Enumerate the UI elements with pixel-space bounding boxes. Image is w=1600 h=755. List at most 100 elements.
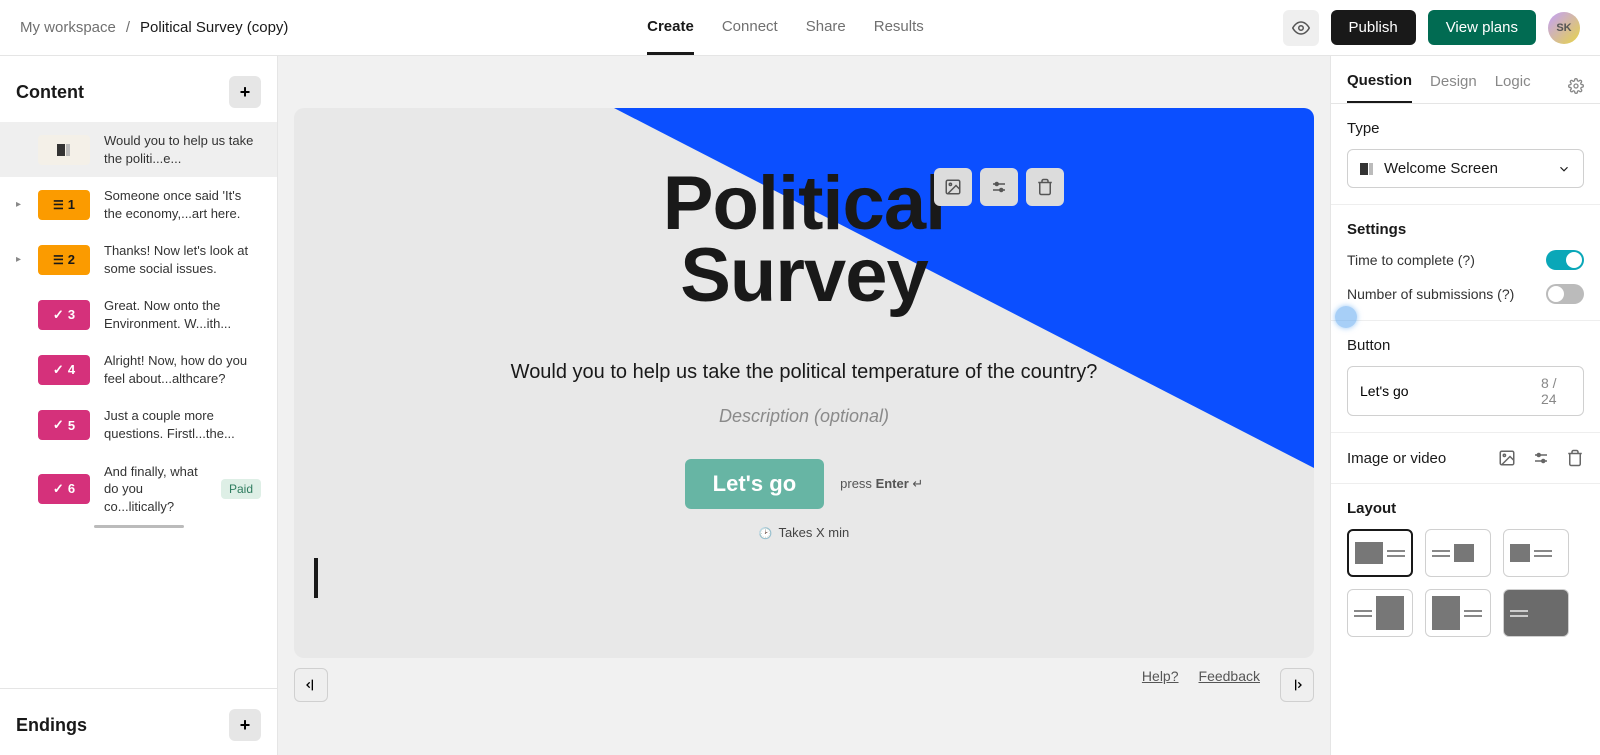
image-icon[interactable] xyxy=(1498,449,1516,467)
time-estimate: Takes X min xyxy=(759,525,850,540)
add-content-button[interactable]: + xyxy=(229,76,261,108)
view-plans-button[interactable]: View plans xyxy=(1428,10,1536,45)
header-actions: Publish View plans SK xyxy=(1283,10,1580,46)
content-item-label: Thanks! Now let's look at some social is… xyxy=(104,242,261,277)
layout-option-6[interactable] xyxy=(1503,589,1569,637)
opinion-icon xyxy=(53,362,64,378)
tab-design[interactable]: Design xyxy=(1430,73,1477,102)
opinion-icon xyxy=(53,307,64,323)
media-section: Image or video xyxy=(1331,433,1600,484)
layout-option-1[interactable] xyxy=(1347,529,1413,577)
content-item-3[interactable]: 3 Great. Now onto the Environment. W...i… xyxy=(0,287,277,342)
cursor-highlight xyxy=(1335,306,1357,328)
help-link[interactable]: Help? xyxy=(1142,668,1179,702)
right-tabs: Question Design Logic xyxy=(1331,56,1600,104)
welcome-question-text[interactable]: Would you to help us take the political … xyxy=(511,358,1098,386)
layout-option-3[interactable] xyxy=(1503,529,1569,577)
left-sidebar: Content + Would you to help us take the … xyxy=(0,56,278,755)
canvas-area: Political Survey Would you to help us ta… xyxy=(278,56,1330,755)
trash-icon xyxy=(1036,178,1054,196)
content-item-1[interactable]: ▸ 1 Someone once said 'It's the economy,… xyxy=(0,177,277,232)
layout-heading: Layout xyxy=(1347,500,1584,517)
tab-results[interactable]: Results xyxy=(874,0,924,55)
content-item-label: And finally, what do you co...litically? xyxy=(104,463,207,516)
app-header: My workspace / Political Survey (copy) C… xyxy=(0,0,1600,56)
sliders-icon xyxy=(990,178,1008,196)
layout-option-5[interactable] xyxy=(1425,589,1491,637)
type-select[interactable]: Welcome Screen xyxy=(1347,149,1584,188)
tab-logic[interactable]: Logic xyxy=(1495,73,1531,102)
collapse-left-button[interactable] xyxy=(294,668,328,702)
right-sidebar: Question Design Logic Type Welcome Scree… xyxy=(1330,56,1600,755)
trash-icon[interactable] xyxy=(1566,449,1584,467)
welcome-screen-icon xyxy=(57,144,71,156)
user-avatar[interactable]: SK xyxy=(1548,12,1580,44)
scroll-indicator[interactable] xyxy=(94,525,184,528)
tab-connect[interactable]: Connect xyxy=(722,0,778,55)
char-count: 8 / 24 xyxy=(1541,375,1571,407)
layout-option-2[interactable] xyxy=(1425,529,1491,577)
button-text-input[interactable] xyxy=(1360,383,1541,399)
content-item-5[interactable]: 5 Just a couple more questions. Firstl..… xyxy=(0,397,277,452)
main-tabs: Create Connect Share Results xyxy=(647,0,924,55)
time-toggle[interactable] xyxy=(1546,250,1584,270)
content-item-6[interactable]: 6 And finally, what do you co...liticall… xyxy=(0,453,277,526)
layout-option-4[interactable] xyxy=(1347,589,1413,637)
canvas-image-toolbar xyxy=(934,168,1064,206)
sliders-icon[interactable] xyxy=(1532,449,1550,467)
content-item-label: Great. Now onto the Environment. W...ith… xyxy=(104,297,261,332)
endings-heading: Endings xyxy=(16,715,87,736)
chevron-right-panel-icon xyxy=(1289,677,1305,693)
setting-time-label: Time to complete (?) xyxy=(1347,252,1475,268)
chevron-down-icon xyxy=(1557,162,1571,176)
settings-section: Settings Time to complete (?) Number of … xyxy=(1331,205,1600,321)
adjust-button[interactable] xyxy=(980,168,1018,206)
button-section: Button 8 / 24 xyxy=(1331,321,1600,433)
content-item-label: Just a couple more questions. Firstl...t… xyxy=(104,407,261,442)
type-section: Type Welcome Screen xyxy=(1331,104,1600,205)
content-item-welcome[interactable]: Would you to help us take the politi...e… xyxy=(0,122,277,177)
chevron-left-panel-icon xyxy=(303,677,319,693)
form-canvas[interactable]: Political Survey Would you to help us ta… xyxy=(294,108,1314,658)
content-section-header: Content + xyxy=(0,56,277,122)
settings-heading: Settings xyxy=(1347,221,1584,238)
content-item-label: Someone once said 'It's the economy,...a… xyxy=(104,187,261,222)
content-list: Would you to help us take the politi...e… xyxy=(0,122,277,688)
content-item-4[interactable]: 4 Alright! Now, how do you feel about...… xyxy=(0,342,277,397)
tab-create[interactable]: Create xyxy=(647,0,694,55)
settings-gear-button[interactable] xyxy=(1568,78,1584,98)
breadcrumb-separator: / xyxy=(126,19,130,36)
content-heading: Content xyxy=(16,82,84,103)
endings-section-header: Endings + xyxy=(0,689,277,755)
media-label: Image or video xyxy=(1347,450,1446,467)
button-section-label: Button xyxy=(1347,337,1584,354)
publish-button[interactable]: Publish xyxy=(1331,10,1416,45)
paid-badge: Paid xyxy=(221,479,261,499)
group-icon xyxy=(53,197,64,212)
tab-question[interactable]: Question xyxy=(1347,72,1412,103)
welcome-screen-icon xyxy=(1360,163,1374,175)
tab-share[interactable]: Share xyxy=(806,0,846,55)
content-item-label: Alright! Now, how do you feel about...al… xyxy=(104,352,261,387)
breadcrumb-root[interactable]: My workspace xyxy=(20,19,116,36)
form-title: Political Survey xyxy=(663,168,945,312)
type-value: Welcome Screen xyxy=(1384,160,1498,177)
breadcrumb: My workspace / Political Survey (copy) xyxy=(20,19,288,36)
preview-button[interactable] xyxy=(1283,10,1319,46)
type-label: Type xyxy=(1347,120,1584,137)
gear-icon xyxy=(1568,78,1584,94)
canvas-footer: Help? Feedback xyxy=(278,658,1330,702)
content-item-label: Would you to help us take the politi...e… xyxy=(104,132,261,167)
image-icon xyxy=(944,178,962,196)
delete-image-button[interactable] xyxy=(1026,168,1064,206)
layout-section: Layout xyxy=(1331,484,1600,653)
collapse-right-button[interactable] xyxy=(1280,668,1314,702)
breadcrumb-current[interactable]: Political Survey (copy) xyxy=(140,19,288,36)
feedback-link[interactable]: Feedback xyxy=(1199,668,1260,702)
image-button[interactable] xyxy=(934,168,972,206)
opinion-icon xyxy=(53,481,64,497)
opinion-icon xyxy=(53,417,64,433)
submissions-toggle[interactable] xyxy=(1546,284,1584,304)
add-ending-button[interactable]: + xyxy=(229,709,261,741)
content-item-2[interactable]: ▸ 2 Thanks! Now let's look at some socia… xyxy=(0,232,277,287)
